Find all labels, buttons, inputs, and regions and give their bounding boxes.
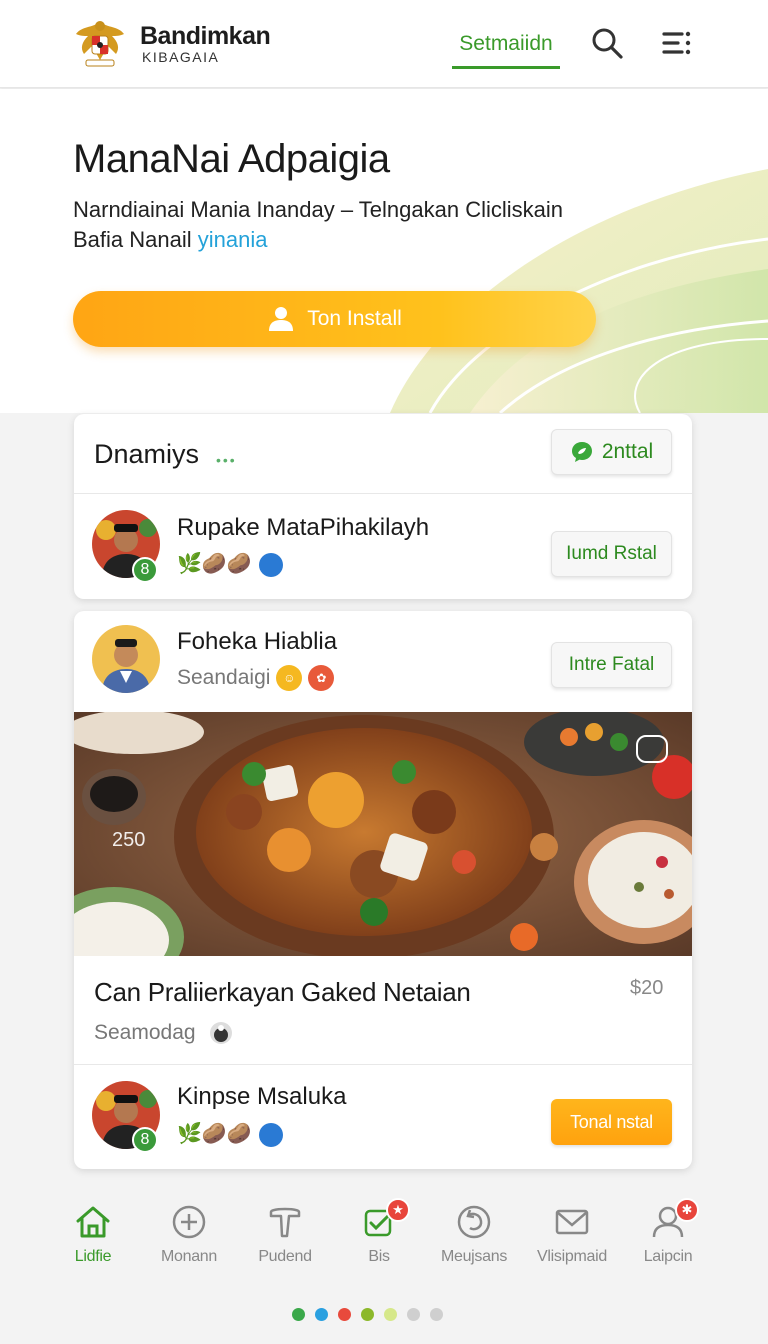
post-price: $20 xyxy=(630,977,664,999)
dynamics-card: Dnamiys ••• 2nttal 8 Rupake MataPihakila… xyxy=(74,414,692,599)
author-meta: Seandaigi ☺ ✿ xyxy=(177,665,335,691)
card-title: Dnamiys xyxy=(94,439,200,469)
page-dot[interactable] xyxy=(338,1308,351,1321)
install-now-button[interactable]: Tonal nstal xyxy=(551,1099,672,1145)
camera-icon[interactable] xyxy=(636,735,668,763)
nav-item-mail[interactable]: Vlisipmaid xyxy=(524,1202,620,1266)
photo-count: 250 xyxy=(112,829,146,851)
more-dots-icon[interactable]: ••• xyxy=(216,452,237,468)
post-seller: Seamodag xyxy=(94,1020,234,1046)
user-icon xyxy=(269,307,294,331)
plus-circle-icon xyxy=(172,1205,206,1239)
page-dot[interactable] xyxy=(430,1308,443,1321)
nav-item-add[interactable]: Monann xyxy=(141,1202,237,1266)
nav-item-list[interactable]: ★ Bis xyxy=(331,1198,427,1266)
nav-label: Meujsans xyxy=(440,1248,508,1265)
divider xyxy=(74,1064,692,1065)
author-location: Seandaigi xyxy=(177,666,271,689)
tag-icon xyxy=(269,1207,301,1238)
install-button-label: Ton Install xyxy=(307,307,402,330)
blue-ball-icon xyxy=(259,552,284,577)
nav-label: Pudend xyxy=(258,1248,312,1265)
hero-subtitle-line1: Narndiainai Mania Inanday – Telngakan Cl… xyxy=(73,197,563,222)
card-header: Dnamiys ••• 2nttal xyxy=(74,414,692,494)
produce-emoji: 🌿🥔🥔 xyxy=(177,1123,252,1145)
nav-item-profile[interactable]: ✱ Laipcin xyxy=(620,1198,716,1266)
page-dot[interactable] xyxy=(315,1308,328,1321)
row-install-button[interactable]: Iumd Rstal xyxy=(551,531,672,577)
author-avatar[interactable] xyxy=(92,625,160,693)
blue-ball-icon xyxy=(259,1122,284,1147)
produce-emoji: 🌿🥔🥔 xyxy=(177,553,252,575)
refresh-icon xyxy=(457,1205,491,1239)
hero-subtitle-link[interactable]: yinania xyxy=(198,227,268,252)
settings-nav-link[interactable]: Setmaiidn xyxy=(452,32,560,56)
user-name[interactable]: Rupake MataPihakilayh xyxy=(177,514,429,542)
flower-icon: ✿ xyxy=(308,665,335,691)
nav-label: Bis xyxy=(368,1248,390,1265)
chef-icon xyxy=(209,1022,232,1044)
author-name[interactable]: Foheka Hiablia xyxy=(177,628,337,656)
page-dot[interactable] xyxy=(407,1308,420,1321)
menu-icon[interactable] xyxy=(660,26,694,60)
level-badge: 8 xyxy=(132,1127,158,1153)
header-install-button[interactable]: 2nttal xyxy=(551,429,672,475)
user-name[interactable]: Kinpse Msaluka xyxy=(177,1083,346,1111)
mail-icon xyxy=(555,1209,589,1235)
nav-item-tag[interactable]: Pudend xyxy=(237,1202,333,1266)
nav-item-refresh[interactable]: Meujsans xyxy=(426,1202,522,1266)
hero-subtitle: Narndiainai Mania Inanday – Telngakan Cl… xyxy=(73,195,633,255)
hero-title: ManaNai Adpaigia xyxy=(73,137,390,181)
home-icon xyxy=(76,1206,110,1238)
smile-icon: ☺ xyxy=(276,665,303,691)
nav-label: Lidfie xyxy=(74,1248,112,1265)
post-title[interactable]: Can Praliierkayan Gaked Netaian xyxy=(94,977,471,1008)
chat-leaf-icon xyxy=(571,442,592,462)
food-photo[interactable] xyxy=(74,712,692,956)
produce-tags: 🌿🥔🥔 xyxy=(177,551,284,577)
nav-item-home[interactable]: Lidfie xyxy=(45,1202,141,1266)
hero-banner: ManaNai Adpaigia Narndiainai Mania Inand… xyxy=(0,89,768,413)
person-avatar-icon xyxy=(92,625,160,693)
brand-subtitle: KIBAGAIA xyxy=(142,49,220,65)
bottom-navigation: Lidfie Monann Pudend ★ Bis Meujsans Vlis… xyxy=(0,1192,768,1282)
notification-badge: ✱ xyxy=(675,1198,699,1222)
header-install-label: 2nttal xyxy=(601,440,654,463)
hero-subtitle-line2: Bafia Nanail xyxy=(73,227,192,252)
seller-name: Seamodag xyxy=(94,1021,196,1044)
author-install-button[interactable]: Intre Fatal xyxy=(551,642,672,688)
page-dot[interactable] xyxy=(384,1308,397,1321)
produce-tags: 🌿🥔🥔 xyxy=(177,1121,284,1147)
level-badge: 8 xyxy=(132,557,158,583)
page-indicator xyxy=(292,1308,443,1321)
nav-label: Monann xyxy=(160,1248,218,1265)
brand-name: Bandimkan xyxy=(140,22,271,50)
search-icon[interactable] xyxy=(590,26,624,60)
page-dot[interactable] xyxy=(292,1308,305,1321)
post-card: Foheka Hiablia Seandaigi ☺ ✿ Intre Fatal xyxy=(74,611,692,1169)
page-dot[interactable] xyxy=(361,1308,374,1321)
garuda-logo-icon[interactable] xyxy=(72,14,128,70)
active-nav-underline xyxy=(452,66,560,69)
notification-badge: ★ xyxy=(386,1198,410,1222)
install-button[interactable]: Ton Install xyxy=(73,291,596,347)
app-header: Bandimkan KIBAGAIA Setmaiidn xyxy=(0,0,768,88)
nav-label: Vlisipmaid xyxy=(537,1248,607,1265)
nav-label: Laipcin xyxy=(643,1248,693,1265)
